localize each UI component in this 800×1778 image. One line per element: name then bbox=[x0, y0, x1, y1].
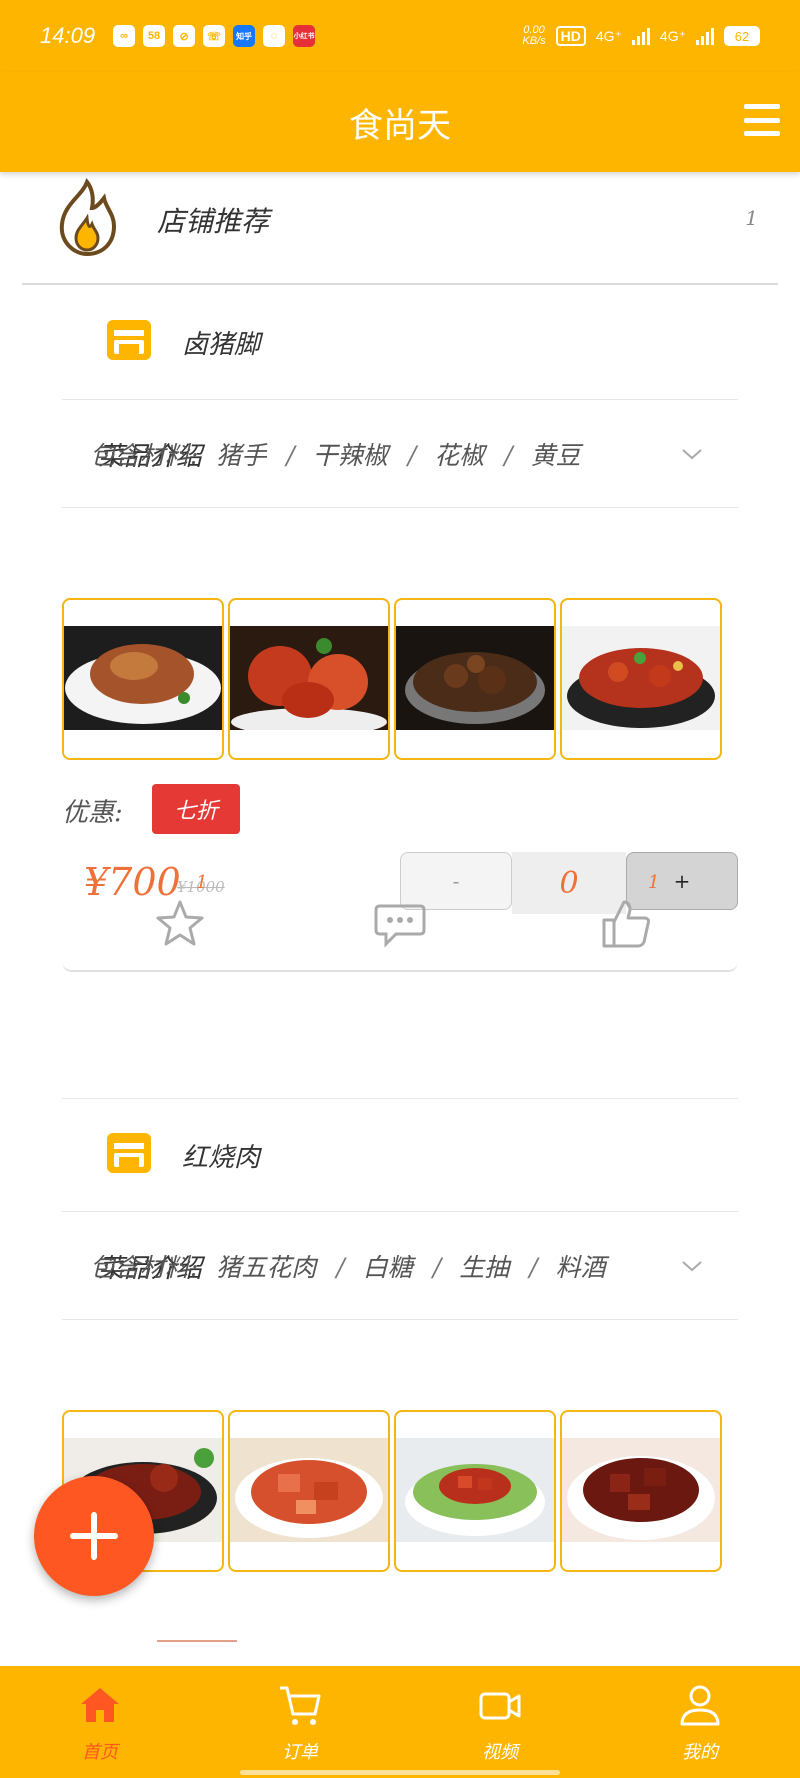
status-app-icons: ∞ 58 ⊘ ☏ 知乎 ◌ 小红书 bbox=[113, 25, 316, 47]
status-bar: 14:09 ∞ 58 ⊘ ☏ 知乎 ◌ 小红书 0.00 KB/s HD 4G⁺… bbox=[0, 0, 800, 72]
tab-label: 视频 bbox=[482, 1742, 518, 1763]
tab-label: 订单 bbox=[282, 1742, 318, 1763]
thumbs-up-icon[interactable] bbox=[596, 894, 656, 954]
tab-label: 首页 bbox=[82, 1742, 118, 1763]
dish-photo[interactable] bbox=[228, 1410, 390, 1572]
chevron-down-icon bbox=[682, 449, 702, 460]
net-speed: 0.00 KB/s bbox=[522, 24, 546, 47]
app-header: 食尚天 bbox=[0, 72, 800, 172]
dish-image-row bbox=[62, 1410, 738, 1572]
tab-label: 我的 bbox=[682, 1742, 718, 1763]
shop-icon bbox=[107, 1133, 151, 1173]
signal-icon bbox=[696, 27, 714, 45]
notification-xiaohongshu-icon: 小红书 bbox=[293, 25, 316, 47]
page-title: 食尚天 bbox=[349, 105, 451, 146]
recommend-count: 1 bbox=[745, 206, 758, 230]
dish-card: 红烧肉 菜品介绍 包含材料: 猪五花肉 / 白糖 / 生抽 / 料酒 bbox=[62, 1098, 738, 1666]
plus-icon bbox=[70, 1512, 118, 1560]
menu-button[interactable] bbox=[744, 104, 780, 136]
dish-photo[interactable] bbox=[560, 1410, 722, 1572]
notification-58-icon: 58 bbox=[143, 25, 166, 47]
home-indicator[interactable] bbox=[240, 1770, 560, 1775]
comment-icon[interactable] bbox=[370, 894, 430, 954]
home-icon bbox=[81, 1688, 119, 1722]
ingredient-item: 黄豆 bbox=[530, 441, 581, 470]
food-image bbox=[230, 626, 388, 730]
recommend-title: 店铺推荐 bbox=[157, 205, 270, 238]
tab-orders[interactable]: 订单 bbox=[200, 1666, 400, 1778]
ingredient-item: 猪手 bbox=[216, 441, 267, 470]
dish-photo[interactable] bbox=[228, 598, 390, 760]
tab-profile[interactable]: 我的 bbox=[600, 1666, 800, 1778]
action-row: 1 1 bbox=[62, 872, 738, 972]
ingredient-item: 白糖 bbox=[362, 1253, 413, 1282]
discount-badge: 七折 bbox=[152, 784, 240, 834]
hd-badge: HD bbox=[555, 26, 586, 46]
card-divider bbox=[62, 960, 738, 972]
ingredients-label: 包含材料: bbox=[90, 441, 199, 470]
notification-zhihu-icon: 知乎 bbox=[233, 25, 256, 47]
like-count: 1 bbox=[648, 872, 660, 893]
dish-name: 卤猪脚 bbox=[182, 330, 261, 360]
food-image bbox=[230, 1438, 388, 1542]
scroll-indicator bbox=[157, 1640, 237, 1642]
notification-leaf-icon: ⊘ bbox=[173, 25, 196, 47]
notification-app-icon: ∞ bbox=[113, 25, 136, 47]
dish-card: 卤猪脚 菜品介绍 包含材料: 猪手 / 干辣椒 / 花椒 / 黄豆 优惠: 七折… bbox=[62, 286, 738, 974]
fire-icon bbox=[59, 178, 117, 257]
discount-row: 优惠: 七折 bbox=[62, 784, 738, 834]
shop-recommend-header[interactable]: 店铺推荐 1 bbox=[22, 172, 778, 285]
dish-photo[interactable] bbox=[62, 598, 224, 760]
food-image bbox=[64, 626, 222, 730]
bottom-tab-bar: 首页 订单 视频 我的 bbox=[0, 1666, 800, 1778]
network-label-2: 4G⁺ bbox=[659, 27, 686, 44]
food-image bbox=[562, 1438, 720, 1542]
ingredients-row: 包含材料: 猪手 / 干辣椒 / 花椒 / 黄豆 bbox=[90, 441, 581, 470]
food-image bbox=[562, 626, 720, 730]
ingredients-label: 包含材料: bbox=[90, 1253, 199, 1282]
ingredient-item: 干辣椒 bbox=[312, 441, 388, 470]
dish-photo[interactable] bbox=[394, 598, 556, 760]
main-content[interactable]: 店铺推荐 1 卤猪脚 菜品介绍 包含材料: 猪手/ 干辣椒/ 花椒/ 黄豆 bbox=[0, 172, 800, 1666]
video-icon bbox=[479, 1692, 521, 1720]
dish-photo[interactable] bbox=[394, 1410, 556, 1572]
dish-header[interactable]: 红烧肉 bbox=[62, 1098, 738, 1212]
dish-actions: 1 1 bbox=[62, 872, 738, 982]
status-indicators: 0.00 KB/s HD 4G⁺ 4G⁺ 62 bbox=[522, 25, 760, 47]
battery-icon: 62 bbox=[724, 26, 760, 46]
dish-header[interactable]: 卤猪脚 bbox=[62, 286, 738, 400]
ingredients-row: 包含材料: 猪五花肉 / 白糖 / 生抽 / 料酒 bbox=[90, 1253, 606, 1282]
network-label-1: 4G⁺ bbox=[595, 27, 622, 44]
tab-video[interactable]: 视频 bbox=[400, 1666, 600, 1778]
user-icon bbox=[680, 1685, 720, 1726]
ingredient-item: 生抽 bbox=[459, 1253, 510, 1282]
chevron-down-icon bbox=[682, 1261, 702, 1272]
dish-name: 红烧肉 bbox=[182, 1143, 261, 1173]
dish-image-row bbox=[62, 598, 738, 760]
cart-icon bbox=[280, 1686, 321, 1725]
status-time: 14:09 bbox=[40, 23, 96, 48]
signal-icon bbox=[631, 27, 650, 45]
notification-phone-icon: ☏ bbox=[203, 25, 226, 47]
food-image bbox=[396, 1438, 554, 1542]
ingredient-item: 料酒 bbox=[555, 1253, 606, 1282]
star-icon[interactable] bbox=[150, 894, 210, 954]
menu-icon bbox=[744, 104, 780, 109]
dish-photo[interactable] bbox=[560, 598, 722, 760]
food-image bbox=[396, 626, 554, 730]
add-fab-button[interactable] bbox=[34, 1476, 154, 1596]
ingredient-item: 花椒 bbox=[434, 441, 485, 470]
shop-icon bbox=[107, 320, 151, 360]
discount-label: 优惠: bbox=[62, 798, 123, 828]
tab-home[interactable]: 首页 bbox=[0, 1666, 200, 1778]
favorite-count: 1 bbox=[196, 872, 208, 893]
ingredient-item: 猪五花肉 bbox=[216, 1253, 317, 1282]
notification-chat-icon: ◌ bbox=[263, 25, 286, 47]
